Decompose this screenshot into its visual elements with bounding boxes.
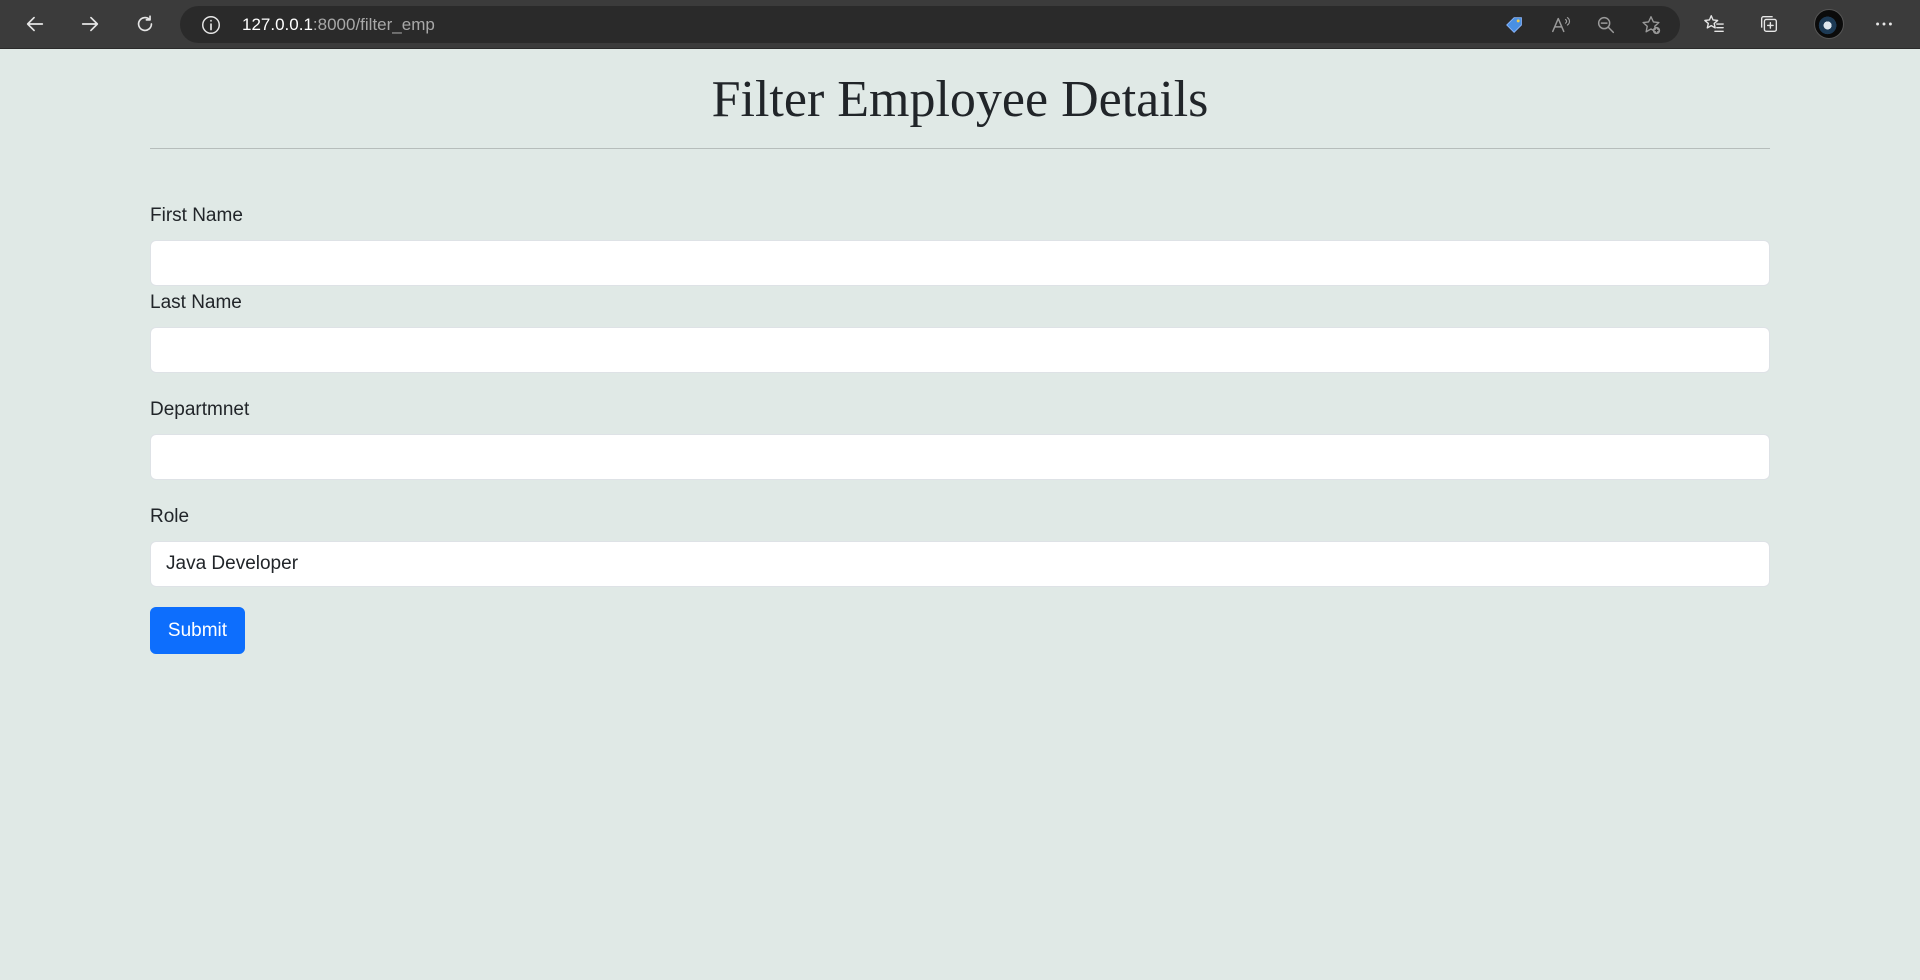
- page-content: Filter Employee Details First Name Last …: [150, 49, 1770, 654]
- add-favorite-icon[interactable]: [1640, 14, 1662, 36]
- more-button[interactable]: [1866, 7, 1902, 41]
- refresh-button[interactable]: [127, 7, 163, 41]
- forward-button[interactable]: [72, 7, 108, 41]
- role-field[interactable]: [150, 541, 1770, 587]
- more-icon: [1876, 22, 1892, 26]
- favorites-icon: [1704, 15, 1724, 33]
- department-label: Departmnet: [150, 399, 250, 420]
- first-name-field[interactable]: [150, 240, 1770, 286]
- role-label: Role: [150, 506, 190, 527]
- url-text[interactable]: 127.0.0.1:8000/filter_emp: [242, 6, 435, 43]
- submit-button[interactable]: Submit: [150, 607, 245, 654]
- collections-button[interactable]: [1751, 7, 1787, 41]
- back-arrow-icon: [26, 16, 44, 32]
- first-name-label: First Name: [150, 205, 243, 226]
- forward-arrow-icon: [81, 16, 99, 32]
- url-path: :8000/filter_emp: [312, 15, 435, 34]
- title-divider: [150, 148, 1770, 149]
- read-aloud-icon[interactable]: [1550, 14, 1572, 36]
- last-name-field[interactable]: [150, 327, 1770, 373]
- info-icon[interactable]: [200, 14, 222, 36]
- tag-icon[interactable]: [1504, 14, 1526, 36]
- zoom-out-icon[interactable]: [1595, 14, 1617, 36]
- collections-icon: [1760, 15, 1778, 33]
- url-host: 127.0.0.1: [242, 15, 313, 34]
- last-name-label: Last Name: [150, 292, 242, 313]
- back-button[interactable]: [17, 7, 53, 41]
- refresh-icon: [137, 15, 153, 32]
- page-title: Filter Employee Details: [711, 71, 1209, 128]
- address-bar[interactable]: 127.0.0.1:8000/filter_emp: [180, 6, 1680, 43]
- avatar[interactable]: [1814, 9, 1844, 39]
- department-field[interactable]: [150, 434, 1770, 480]
- favorites-button[interactable]: [1696, 7, 1732, 41]
- browser-toolbar: 127.0.0.1:8000/filter_emp: [0, 0, 1920, 49]
